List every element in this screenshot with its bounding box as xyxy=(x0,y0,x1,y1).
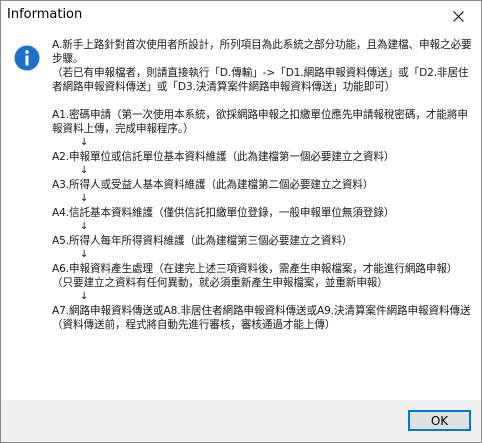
step-a4: A4.信託基本資料維護（僅供信託扣繳單位登錄，一般申報單位無須登錄） xyxy=(52,207,395,219)
flow-arrow: ↓ xyxy=(52,248,477,262)
arrow-glyph: ↓ xyxy=(80,291,89,302)
message-intro-note: （若已有申報檔者，則請直接執行「D.傳輸」->「D1.網路申報資料傳送」或「D2… xyxy=(52,67,469,93)
dialog-footer: OK xyxy=(1,400,481,442)
arrow-glyph: ↓ xyxy=(80,165,89,176)
step-a7: A7.網路申報資料傳送或A8.非居住者網路申報資料傳送或A9.決清算案件網路申報… xyxy=(52,305,471,331)
step-a6: A6.申報資料產生處理（在建完上述三項資料後，需產生申報檔案，才能進行網路申報） xyxy=(52,263,458,275)
ok-button[interactable]: OK xyxy=(408,410,471,431)
step-a5: A5.所得人每年所得資料維護（此為建檔第三個必要建立之資料） xyxy=(52,235,353,247)
flow-arrow: ↓ xyxy=(52,164,477,178)
message-text: A.新手上路針對首次使用者所設計，所列項目為此系統之部分功能，且為建檔、申報之必… xyxy=(52,38,477,332)
step-a3: A3.所得人或受益人基本資料維護（此為建檔第二個必要建立之資料） xyxy=(52,179,374,191)
step-a6-note: （只要建立之資料有任何異動，就必須重新產生申報檔案，並重新申報） xyxy=(52,277,388,289)
info-icon xyxy=(14,45,40,71)
dialog-content: A.新手上路針對首次使用者所設計，所列項目為此系統之部分功能，且為建檔、申報之必… xyxy=(1,31,481,401)
flow-arrow: ↓ xyxy=(52,220,477,234)
step-a1: A1.密碼申請（第一次使用本系統，欲採網路申報之扣繳單位應先申請報稅密碼，才能將… xyxy=(52,109,468,135)
flow-arrow: ↓ xyxy=(52,192,477,206)
arrow-glyph: ↓ xyxy=(80,221,89,232)
step-a2: A2.申報單位或信託單位基本資料維護（此為建檔第一個必要建立之資料） xyxy=(52,151,395,163)
message-intro: A.新手上路針對首次使用者所設計，所列項目為此系統之部分功能，且為建檔、申報之必… xyxy=(52,39,472,65)
arrow-glyph: ↓ xyxy=(80,137,89,148)
close-icon xyxy=(452,10,464,22)
arrow-glyph: ↓ xyxy=(80,249,89,260)
window-title: Information xyxy=(7,7,83,22)
close-button[interactable] xyxy=(435,1,481,31)
arrow-glyph: ↓ xyxy=(80,193,89,204)
flow-arrow: ↓ xyxy=(52,136,477,150)
flow-arrow: ↓ xyxy=(52,290,477,304)
title-bar[interactable]: Information xyxy=(1,1,481,31)
information-dialog: Information A.新手上路針對首次使用者所設計，所列項目為此系統之部分… xyxy=(0,0,482,443)
